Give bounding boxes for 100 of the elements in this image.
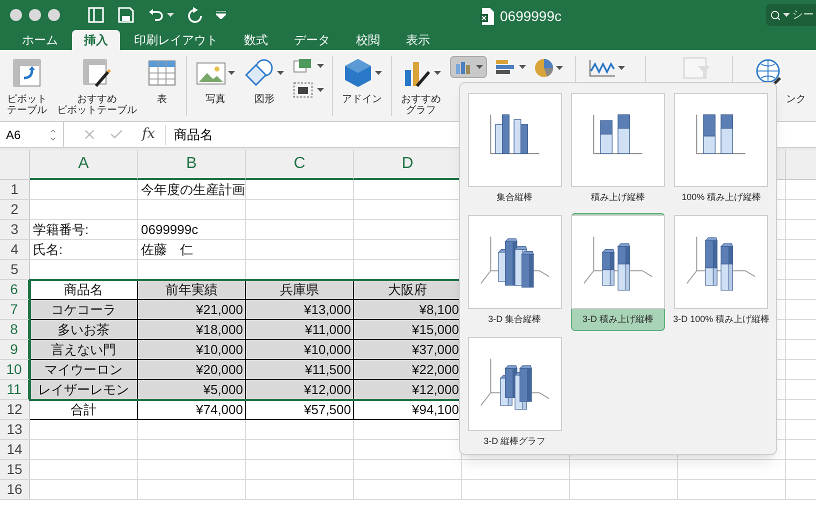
table-cell: ¥10,000 (138, 340, 246, 360)
undo-icon[interactable] (148, 8, 164, 22)
table-cell: ¥5,000 (138, 380, 246, 400)
pivot-wand-icon (82, 58, 112, 88)
column-header[interactable]: C (246, 150, 354, 180)
table-cell: ¥13,000 (246, 300, 354, 320)
table-cell: ¥10,000 (246, 340, 354, 360)
column-header[interactable]: D (354, 150, 462, 180)
table-cell: 氏名: (30, 240, 138, 260)
caret-icon (228, 71, 235, 75)
caret-icon (167, 13, 174, 17)
table-cell: コケコーラ (30, 300, 138, 320)
line-chart-icon[interactable] (588, 58, 616, 78)
table-cell: ¥15,000 (354, 320, 462, 340)
save-icon[interactable] (118, 7, 134, 23)
recchart-button[interactable]: おすすめ グラフ (396, 50, 446, 120)
row-header[interactable]: 3 (0, 220, 30, 240)
table-cell: 合計 (30, 400, 138, 420)
window-control-icon[interactable] (10, 9, 22, 21)
column-header[interactable]: B (138, 150, 246, 180)
pivot-table-icon (12, 58, 42, 88)
caret-icon (519, 65, 526, 69)
row-header[interactable]: 7 (0, 300, 30, 320)
table-cell: ¥57,500 (246, 400, 354, 420)
row-header[interactable]: 6 (0, 280, 30, 300)
row-header[interactable]: 4 (0, 240, 30, 260)
row-header[interactable]: 10 (0, 360, 30, 380)
hexagon-icon (342, 58, 372, 88)
table-cell: 大阪府 (354, 280, 462, 300)
ribbon-tab[interactable]: 印刷レイアウト (122, 30, 230, 50)
ribbon-tab[interactable]: 校閲 (344, 30, 392, 50)
ribbon-tab[interactable]: データ (282, 30, 342, 50)
caret-icon (434, 71, 440, 75)
row-header[interactable]: 12 (0, 400, 30, 420)
shapes-icon (245, 58, 275, 88)
row-header[interactable]: 13 (0, 420, 30, 440)
column-header[interactable]: A (30, 150, 138, 180)
chart-type-option[interactable]: 3-D 積み上げ縦棒 (571, 213, 665, 331)
redo-icon[interactable] (188, 7, 202, 23)
function-button[interactable]: fx (142, 124, 156, 145)
row-header[interactable]: 9 (0, 340, 30, 360)
caret-icon (618, 66, 625, 70)
caret-icon (556, 66, 563, 70)
table-cell: ¥8,100 (354, 300, 462, 320)
table-cell: 兵庫県 (246, 280, 354, 300)
window-control-icon[interactable] (29, 9, 41, 21)
bar-chart-icon[interactable] (495, 58, 517, 76)
search-icon (770, 10, 781, 20)
table-cell: 前年実績 (138, 280, 246, 300)
window-control-icon[interactable] (48, 9, 60, 21)
document-icon (480, 8, 494, 25)
recpivot-button[interactable]: おすすめ ピボットテーブル (52, 50, 142, 120)
sidebar-icon[interactable] (88, 7, 104, 23)
table-cell: ¥11,500 (246, 360, 354, 380)
caret-icon (374, 71, 382, 75)
camera-icon[interactable] (293, 82, 313, 98)
pie-chart-icon[interactable] (534, 58, 554, 78)
table-icon (147, 58, 177, 88)
ribbon-tab[interactable]: ホーム (10, 30, 70, 50)
caret-icon (277, 71, 284, 75)
table-cell: ¥37,000 (354, 340, 462, 360)
row-header[interactable]: 8 (0, 320, 30, 340)
table-cell: ¥12,000 (246, 380, 354, 400)
row-header[interactable]: 16 (0, 480, 30, 500)
row-header[interactable]: 15 (0, 460, 30, 480)
addin-button[interactable]: アドイン (337, 50, 387, 120)
row-header[interactable]: 1 (0, 180, 30, 200)
ribbon-tab[interactable]: 数式 (232, 30, 280, 50)
search-field[interactable]: シー (766, 4, 816, 26)
table-cell: ¥12,000 (354, 380, 462, 400)
customize-icon[interactable] (216, 11, 226, 19)
caret-icon (476, 65, 483, 69)
table-cell: マイウーロン (30, 360, 138, 380)
photo-button[interactable]: 写真 (191, 50, 240, 120)
column-chart-button[interactable] (450, 56, 487, 78)
table-cell: ¥74,000 (138, 400, 246, 420)
table-cell: ¥11,000 (246, 320, 354, 340)
table-button[interactable]: 表 (142, 50, 182, 120)
table-cell: 佐藤 仁 (138, 240, 246, 260)
table-cell: ¥22,000 (354, 360, 462, 380)
caret-icon (317, 88, 324, 92)
ribbon-tab[interactable]: 挿入 (72, 30, 120, 50)
table-cell: 商品名 (30, 280, 138, 300)
table-cell: ¥18,000 (138, 320, 246, 340)
pivot-button[interactable]: ピボット テーブル (2, 50, 52, 120)
caret-icon (783, 13, 790, 17)
row-header[interactable]: 2 (0, 200, 30, 220)
shapes-button[interactable]: 図形 (240, 50, 289, 120)
screenshot-icon[interactable] (293, 58, 313, 74)
ribbon-tab[interactable]: 表示 (394, 30, 442, 50)
table-cell: 言えない門 (30, 340, 138, 360)
row-header[interactable]: 11 (0, 380, 30, 400)
window-title: 0699999c (500, 7, 562, 26)
table-cell: ¥21,000 (138, 300, 246, 320)
table-cell: レイザーレモン (30, 380, 138, 400)
formula-value: 商品名 (174, 126, 214, 144)
table-cell: 学籍番号: (30, 220, 138, 240)
table-cell: ¥20,000 (138, 360, 246, 380)
row-header[interactable]: 5 (0, 260, 30, 280)
row-header[interactable]: 14 (0, 440, 30, 460)
